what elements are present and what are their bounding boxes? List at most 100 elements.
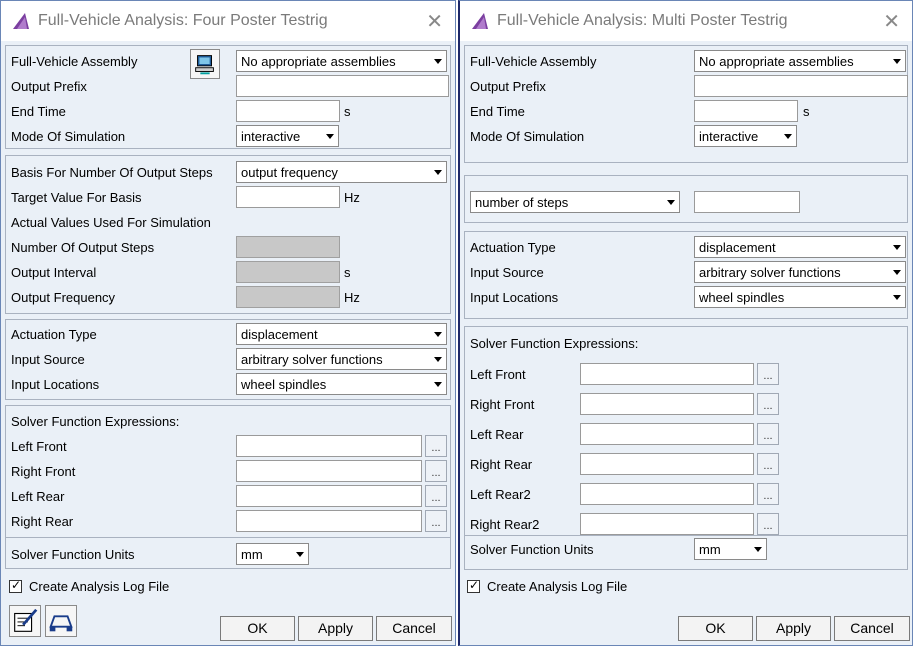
right-front-input[interactable] xyxy=(236,460,422,482)
solver-expr-label: Solver Function Expressions: xyxy=(470,336,639,351)
edit-notepad-icon xyxy=(14,608,38,632)
steps-basis-select[interactable]: number of steps xyxy=(470,191,680,213)
right-rear-label: Right Rear xyxy=(11,514,74,529)
log-file-checkbox[interactable] xyxy=(9,578,22,593)
output-steps-section: number of steps xyxy=(464,175,908,223)
chevron-down-icon xyxy=(430,51,446,71)
solver-expr-label: Solver Function Expressions: xyxy=(11,414,180,429)
right-front-browse-button[interactable]: ... xyxy=(425,460,447,482)
chevron-down-icon xyxy=(430,374,446,394)
input-source-label: Input Source xyxy=(11,352,85,367)
vehicle-tool-button[interactable] xyxy=(45,605,77,637)
right-rear2-label: Right Rear2 xyxy=(470,517,540,532)
chevron-down-icon xyxy=(780,126,796,146)
actuation-select[interactable]: displacement xyxy=(694,236,906,258)
assembly-label: Full-Vehicle Assembly xyxy=(11,54,138,69)
end-time-input[interactable] xyxy=(694,100,798,122)
units-select[interactable]: mm xyxy=(694,538,767,560)
input-source-select[interactable]: arbitrary solver functions xyxy=(694,261,906,283)
left-front-input[interactable] xyxy=(236,435,422,457)
units-label: Solver Function Units xyxy=(470,542,594,557)
right-front-browse-button[interactable]: ... xyxy=(757,393,779,415)
chevron-down-icon xyxy=(430,324,446,344)
right-rear-browse-button[interactable]: ... xyxy=(425,510,447,532)
basis-select[interactable]: output frequency xyxy=(236,161,447,183)
frequency-field xyxy=(236,286,340,308)
output-prefix-label: Output Prefix xyxy=(470,79,546,94)
close-icon[interactable]: ✕ xyxy=(883,9,900,33)
actuation-label: Actuation Type xyxy=(11,327,97,342)
left-front-label: Left Front xyxy=(11,439,67,454)
left-rear-input[interactable] xyxy=(236,485,422,507)
browse-assembly-button[interactable] xyxy=(190,49,220,79)
apply-button[interactable]: Apply xyxy=(756,616,831,641)
chevron-down-icon xyxy=(889,51,905,71)
actuation-section: Actuation Type displacement Input Source… xyxy=(5,319,451,400)
end-time-unit: s xyxy=(344,104,351,119)
right-front-input[interactable] xyxy=(580,393,754,415)
chevron-down-icon xyxy=(322,126,338,146)
title-bar: Full-Vehicle Analysis: Four Poster Testr… xyxy=(1,1,455,41)
right-rear2-input[interactable] xyxy=(580,513,754,535)
left-front-input[interactable] xyxy=(580,363,754,385)
four-poster-dialog: Full-Vehicle Analysis: Four Poster Testr… xyxy=(0,0,456,646)
interval-label: Output Interval xyxy=(11,265,97,280)
assembly-select[interactable]: No appropriate assemblies xyxy=(694,50,906,72)
close-icon[interactable]: ✕ xyxy=(426,9,443,33)
right-rear-browse-button[interactable]: ... xyxy=(757,453,779,475)
left-rear2-label: Left Rear2 xyxy=(470,487,531,502)
chevron-down-icon xyxy=(430,349,446,369)
adams-car-icon xyxy=(13,13,29,29)
output-steps-section: Basis For Number Of Output Steps output … xyxy=(5,155,451,314)
left-front-browse-button[interactable]: ... xyxy=(757,363,779,385)
mode-select[interactable]: interactive xyxy=(694,125,797,147)
end-time-input[interactable] xyxy=(236,100,340,122)
chevron-down-icon xyxy=(750,539,766,559)
input-locations-select[interactable]: wheel spindles xyxy=(236,373,447,395)
chevron-down-icon xyxy=(430,162,446,182)
interval-field xyxy=(236,261,340,283)
target-input[interactable] xyxy=(236,186,340,208)
chevron-down-icon xyxy=(889,237,905,257)
frequency-label: Output Frequency xyxy=(11,290,116,305)
cancel-button[interactable]: Cancel xyxy=(834,616,910,641)
right-rear2-browse-button[interactable]: ... xyxy=(757,513,779,535)
steps-value-input[interactable] xyxy=(694,191,800,213)
mode-label: Mode Of Simulation xyxy=(11,129,126,144)
divider xyxy=(6,537,450,538)
output-prefix-input[interactable] xyxy=(236,75,449,97)
edit-tool-button[interactable] xyxy=(9,605,41,637)
input-locations-select[interactable]: wheel spindles xyxy=(694,286,906,308)
ok-button[interactable]: OK xyxy=(220,616,295,641)
assembly-select[interactable]: No appropriate assemblies xyxy=(236,50,447,72)
left-rear-input[interactable] xyxy=(580,423,754,445)
left-rear2-input[interactable] xyxy=(580,483,754,505)
ok-button[interactable]: OK xyxy=(678,616,753,641)
units-select[interactable]: mm xyxy=(236,543,309,565)
solver-expressions-section: Solver Function Expressions: Left Front … xyxy=(5,405,451,569)
divider xyxy=(465,535,907,536)
right-rear-label: Right Rear xyxy=(470,457,533,472)
num-steps-label: Number Of Output Steps xyxy=(11,240,155,255)
apply-button[interactable]: Apply xyxy=(298,616,373,641)
adams-car-icon xyxy=(472,13,488,29)
log-file-checkbox[interactable] xyxy=(467,578,480,593)
input-source-select[interactable]: arbitrary solver functions xyxy=(236,348,447,370)
right-rear-input[interactable] xyxy=(580,453,754,475)
cancel-button[interactable]: Cancel xyxy=(376,616,452,641)
output-prefix-input[interactable] xyxy=(694,75,908,97)
actuation-select[interactable]: displacement xyxy=(236,323,447,345)
chevron-down-icon xyxy=(889,287,905,307)
right-front-label: Right Front xyxy=(11,464,76,479)
log-file-label: Create Analysis Log File xyxy=(29,579,170,594)
left-rear2-browse-button[interactable]: ... xyxy=(757,483,779,505)
left-front-browse-button[interactable]: ... xyxy=(425,435,447,457)
end-time-unit: s xyxy=(803,104,810,119)
basis-label: Basis For Number Of Output Steps xyxy=(11,165,213,180)
general-section: Full-Vehicle Assembly No appropriate ass… xyxy=(5,45,451,149)
output-prefix-label: Output Prefix xyxy=(11,79,87,94)
right-rear-input[interactable] xyxy=(236,510,422,532)
left-rear-browse-button[interactable]: ... xyxy=(757,423,779,445)
left-rear-browse-button[interactable]: ... xyxy=(425,485,447,507)
mode-select[interactable]: interactive xyxy=(236,125,339,147)
